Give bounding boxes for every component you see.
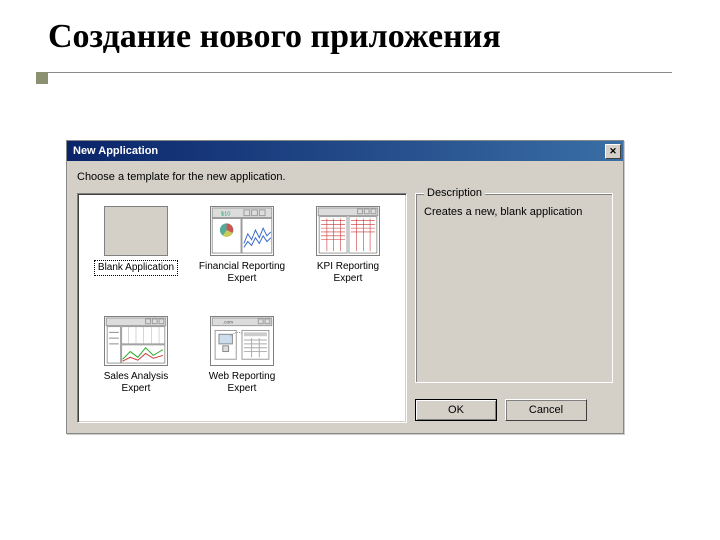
template-item-financial[interactable]: $10 Financial Reporting Expert xyxy=(190,202,294,310)
dialog-titlebar: New Application ✕ xyxy=(67,141,623,161)
template-label: Sales Analysis Expert xyxy=(88,370,184,396)
description-groupbox-title: Description xyxy=(424,187,485,199)
close-button[interactable]: ✕ xyxy=(605,144,621,159)
new-application-dialog: New Application ✕ Choose a template for … xyxy=(66,140,624,434)
template-label: Financial Reporting Expert xyxy=(194,260,290,286)
svg-text:.com: .com xyxy=(223,321,233,326)
template-thumb-blank xyxy=(104,206,168,256)
title-rule xyxy=(48,72,672,73)
accent-square xyxy=(36,72,48,84)
template-item-blank[interactable]: Blank Application xyxy=(84,202,188,310)
dialog-instruction: Choose a template for the new applicatio… xyxy=(67,161,623,189)
template-item-web[interactable]: .com xyxy=(190,312,294,420)
dialog-button-row: OK Cancel xyxy=(415,383,613,423)
template-thumb-kpi xyxy=(316,206,380,256)
template-label: Web Reporting Expert xyxy=(194,370,290,396)
template-label: KPI Reporting Expert xyxy=(300,260,396,286)
template-label: Blank Application xyxy=(94,260,178,276)
svg-text:$10: $10 xyxy=(221,212,231,218)
cancel-button[interactable]: Cancel xyxy=(505,399,587,421)
description-groupbox: Description Creates a new, blank applica… xyxy=(415,193,613,383)
template-item-sales[interactable]: Sales Analysis Expert xyxy=(84,312,188,420)
template-thumb-sales xyxy=(104,316,168,366)
ok-button[interactable]: OK xyxy=(415,399,497,421)
templates-pane: Blank Application $10 xyxy=(77,193,407,423)
dialog-body: Blank Application $10 xyxy=(67,189,623,433)
dialog-title: New Application xyxy=(73,145,158,157)
description-text: Creates a new, blank application xyxy=(424,206,604,218)
template-item-kpi[interactable]: KPI Reporting Expert xyxy=(296,202,400,310)
template-thumb-financial: $10 xyxy=(210,206,274,256)
close-icon: ✕ xyxy=(609,146,617,157)
dialog-right-column: Description Creates a new, blank applica… xyxy=(415,193,613,423)
template-thumb-web: .com xyxy=(210,316,274,366)
slide-title: Создание нового приложения xyxy=(0,0,720,66)
